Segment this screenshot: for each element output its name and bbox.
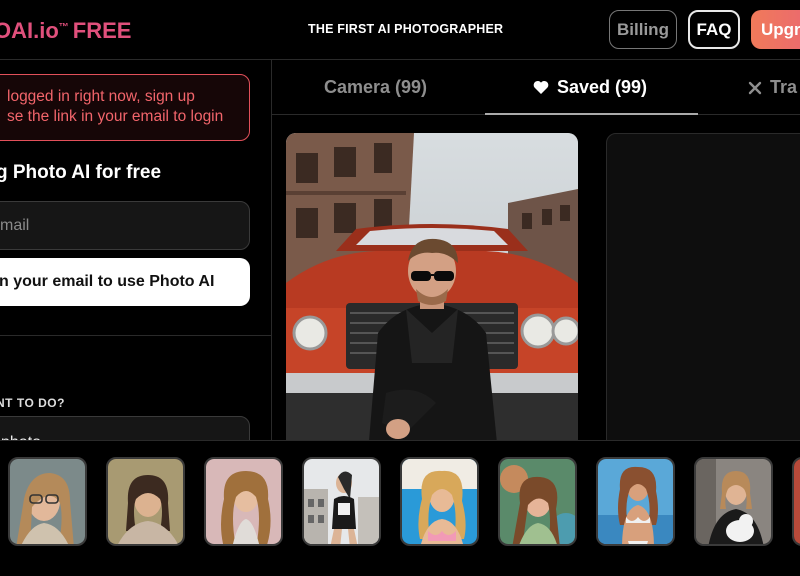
task-question-label: NT TO DO? bbox=[0, 396, 65, 410]
logo-text: OAI.io bbox=[0, 18, 59, 43]
tab-saved-label: Saved (99) bbox=[557, 77, 648, 97]
logo-free: FREE bbox=[72, 18, 132, 43]
woman-pool-thumbnail[interactable] bbox=[400, 457, 479, 546]
tab-camera[interactable]: Camera (99) bbox=[324, 60, 427, 115]
email-input[interactable] bbox=[0, 201, 250, 250]
upgrade-button[interactable]: Upgrade bbox=[751, 10, 800, 49]
woman-building-thumbnail[interactable] bbox=[302, 457, 381, 546]
gallery-tabs: Camera (99) Saved (99) Tra bbox=[272, 60, 800, 115]
active-tab-indicator bbox=[485, 113, 698, 115]
man-red-car-photo bbox=[286, 133, 578, 453]
woman-outdoor-thumbnail[interactable] bbox=[106, 457, 185, 546]
tagline: THE FIRST AI PHOTOGRAPHER bbox=[308, 22, 504, 36]
sidebar-divider bbox=[0, 335, 271, 336]
tab-trash[interactable]: Tra bbox=[748, 60, 797, 115]
close-icon bbox=[748, 81, 762, 95]
sidebar: logged in right now, sign up se the link… bbox=[0, 60, 272, 440]
signup-title: g Photo AI for free bbox=[0, 162, 162, 183]
faq-button[interactable]: FAQ bbox=[688, 10, 740, 49]
woman-curly-hair-thumbnail[interactable] bbox=[204, 457, 283, 546]
logo[interactable]: OAI.io™ FREE bbox=[0, 18, 131, 44]
empty-photo-slot bbox=[606, 133, 800, 453]
billing-button[interactable]: Billing bbox=[609, 10, 677, 49]
heart-icon bbox=[533, 80, 549, 95]
tab-saved[interactable]: Saved (99) bbox=[533, 60, 647, 115]
woman-cat-thumbnail[interactable] bbox=[694, 457, 773, 546]
photo-ai-app: OAI.io™ FREE THE FIRST AI PHOTOGRAPHER Bi… bbox=[0, 0, 800, 576]
tab-trash-label: Tra bbox=[770, 77, 798, 97]
partial-thumbnail[interactable] bbox=[792, 457, 800, 546]
logo-trademark: ™ bbox=[58, 21, 69, 33]
woman-colorful-thumbnail[interactable] bbox=[498, 457, 577, 546]
signin-button[interactable]: n your email to use Photo AI bbox=[0, 258, 250, 306]
task-select[interactable]: photo bbox=[0, 416, 250, 440]
top-header: OAI.io™ FREE THE FIRST AI PHOTOGRAPHER Bi… bbox=[0, 0, 800, 60]
login-alert: logged in right now, sign up se the link… bbox=[0, 74, 250, 141]
saved-photo[interactable] bbox=[286, 133, 578, 453]
alert-line-1: logged in right now, sign up bbox=[7, 88, 195, 105]
alert-line-2: se the link in your email to login bbox=[7, 108, 224, 125]
woman-beach-thumbnail[interactable] bbox=[596, 457, 675, 546]
woman-glasses-thumbnail[interactable] bbox=[8, 457, 87, 546]
tab-camera-label: Camera (99) bbox=[324, 77, 428, 97]
